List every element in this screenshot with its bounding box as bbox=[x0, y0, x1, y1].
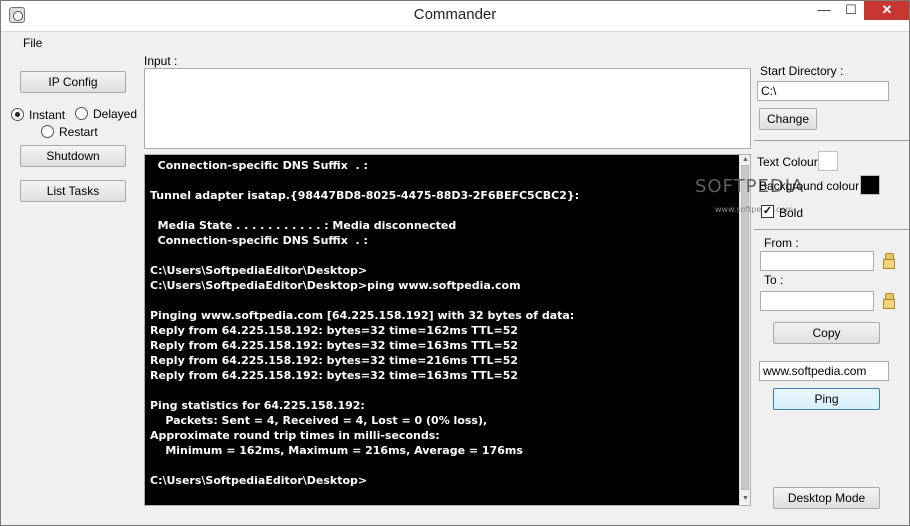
maximize-button[interactable]: ☐ bbox=[838, 0, 864, 20]
scroll-down-icon[interactable]: ▼ bbox=[740, 495, 751, 502]
divider bbox=[754, 229, 910, 230]
console-text: Connection-specific DNS Suffix . : Tunne… bbox=[150, 159, 580, 487]
start-directory-label: Start Directory : bbox=[760, 64, 844, 78]
bold-label[interactable]: Bold bbox=[779, 206, 803, 220]
change-button[interactable]: Change bbox=[759, 108, 817, 130]
list-tasks-button[interactable]: List Tasks bbox=[20, 180, 126, 202]
minimize-button[interactable]: — bbox=[810, 0, 838, 20]
scroll-up-icon[interactable]: ▲ bbox=[740, 156, 751, 163]
background-colour-swatch[interactable] bbox=[860, 175, 880, 195]
background-colour-label: Background colour bbox=[759, 179, 860, 193]
ping-host-field[interactable]: www.softpedia.com bbox=[759, 361, 889, 381]
to-field[interactable] bbox=[760, 291, 874, 311]
from-field[interactable] bbox=[760, 251, 874, 271]
menu-bar bbox=[0, 33, 910, 53]
from-label: From : bbox=[764, 236, 799, 250]
console-output[interactable]: Connection-specific DNS Suffix . : Tunne… bbox=[144, 154, 751, 506]
to-label: To : bbox=[764, 273, 784, 287]
close-button[interactable]: ✕ bbox=[864, 0, 910, 20]
text-colour-label: Text Colour bbox=[757, 155, 818, 169]
divider bbox=[754, 140, 910, 141]
text-colour-swatch[interactable] bbox=[818, 151, 838, 171]
ping-button[interactable]: Ping bbox=[773, 388, 880, 410]
delayed-radio[interactable] bbox=[75, 107, 88, 120]
input-label: Input : bbox=[144, 54, 178, 68]
command-input[interactable] bbox=[144, 68, 751, 149]
ip-config-button[interactable]: IP Config bbox=[20, 71, 126, 93]
menu-file[interactable]: File bbox=[23, 36, 42, 50]
start-directory-field[interactable]: C:\ bbox=[757, 81, 889, 101]
checkmark-icon: ✓ bbox=[762, 205, 773, 217]
delayed-radio-label[interactable]: Delayed bbox=[93, 107, 137, 121]
shutdown-button[interactable]: Shutdown bbox=[20, 145, 126, 167]
desktop-mode-button[interactable]: Desktop Mode bbox=[773, 487, 880, 509]
instant-radio-label[interactable]: Instant bbox=[29, 108, 65, 122]
bold-checkbox[interactable]: ✓ bbox=[761, 205, 774, 218]
instant-radio[interactable] bbox=[11, 108, 24, 121]
folder-icon[interactable] bbox=[883, 293, 896, 309]
folder-icon[interactable] bbox=[883, 253, 896, 269]
restart-radio-label[interactable]: Restart bbox=[59, 125, 98, 139]
window-title: Commander bbox=[413, 6, 497, 23]
restart-radio[interactable] bbox=[41, 125, 54, 138]
copy-button[interactable]: Copy bbox=[773, 322, 880, 344]
